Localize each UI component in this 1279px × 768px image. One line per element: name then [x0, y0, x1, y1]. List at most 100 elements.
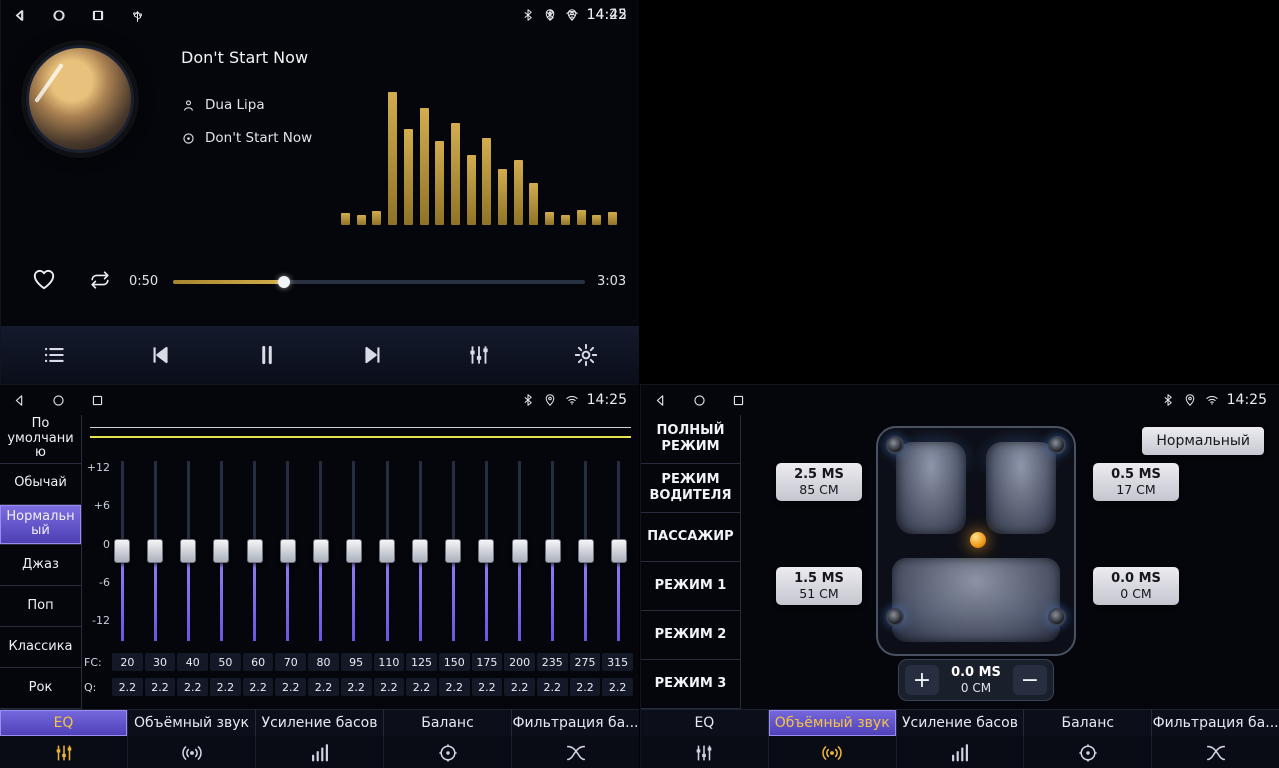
delay-decrease-button[interactable]: − [1013, 665, 1047, 695]
home-icon[interactable] [52, 8, 67, 23]
recents-icon[interactable] [91, 8, 106, 23]
progress-knob[interactable] [278, 276, 290, 288]
back-icon[interactable] [653, 393, 668, 408]
passenger-seat [986, 442, 1056, 534]
tab-surround[interactable]: Объёмный звук [128, 710, 256, 736]
bass-tab-icon[interactable] [256, 736, 384, 768]
tab-eq[interactable]: EQ [641, 710, 769, 736]
tab-bass-boost[interactable]: Усиление басов [256, 710, 384, 736]
home-icon[interactable] [692, 393, 707, 408]
eq-band-slider[interactable] [346, 461, 362, 641]
favorite-icon[interactable] [31, 266, 57, 292]
pause-icon[interactable] [254, 342, 280, 368]
settings-icon[interactable] [573, 342, 599, 368]
q-value: 2.2 [308, 678, 339, 696]
eq-band-slider[interactable] [578, 461, 594, 641]
rear-left-delay-button[interactable]: 1.5 MS 51 CM [776, 567, 862, 605]
audio-tabs: EQ Объёмный звук Усиление басов Баланс Ф… [641, 709, 1279, 736]
mixer-icon[interactable] [466, 342, 492, 368]
mode-full[interactable]: ПОЛНЫЙ РЕЖИМ [641, 415, 740, 464]
tab-balance[interactable]: Баланс [384, 710, 512, 736]
back-icon[interactable] [13, 8, 28, 23]
tab-bass-boost[interactable]: Усиление басов [897, 710, 1025, 736]
spectrum-bar [404, 129, 413, 225]
fc-value: 235 [537, 653, 568, 671]
tab-filter[interactable]: Фильтрация ба... [512, 710, 639, 736]
eq-band-slider[interactable] [147, 461, 163, 641]
bass-tab-icon[interactable] [897, 736, 1025, 768]
front-right-delay-button[interactable]: 0.5 MS 17 CM [1093, 463, 1179, 501]
mode-1[interactable]: РЕЖИМ 1 [641, 562, 740, 611]
eq-preset-jazz[interactable]: Джаз [0, 545, 81, 586]
eq-preset-normal[interactable]: Нормальный [0, 505, 81, 546]
rear-right-delay-button[interactable]: 0.0 MS 0 CM [1093, 567, 1179, 605]
rear-right-speaker-icon [1048, 608, 1066, 626]
eq-tab-icon[interactable] [641, 736, 769, 768]
eq-band-slider[interactable] [445, 461, 461, 641]
player-controls: 0:50 3:03 [1, 262, 639, 302]
eq-band-slider[interactable] [478, 461, 494, 641]
eq-band-slider[interactable] [180, 461, 196, 641]
eq-band-slider[interactable] [379, 461, 395, 641]
back-icon[interactable] [12, 393, 27, 408]
delay-increase-button[interactable]: + [905, 665, 939, 695]
eq-band-slider[interactable] [114, 461, 130, 641]
tab-surround[interactable]: Объёмный звук [769, 710, 897, 736]
eq-tab-icon[interactable] [0, 736, 128, 768]
eq-band-slider[interactable] [213, 461, 229, 641]
eq-preset-classic[interactable]: Классика [0, 627, 81, 668]
fc-value: 275 [570, 653, 601, 671]
status-time: 14:25 [1227, 392, 1267, 408]
eq-band-slider[interactable] [412, 461, 428, 641]
mode-3[interactable]: РЕЖИМ 3 [641, 660, 740, 709]
balance-tab-icon[interactable] [384, 736, 512, 768]
eq-band-slider[interactable] [313, 461, 329, 641]
balance-tab-icon[interactable] [1024, 736, 1152, 768]
mode-passenger[interactable]: ПАССАЖИР [641, 513, 740, 562]
spectrum-bar [529, 183, 538, 225]
recents-icon[interactable] [90, 393, 105, 408]
fc-value: 110 [374, 653, 405, 671]
home-icon[interactable] [51, 393, 66, 408]
prev-track-icon[interactable] [147, 342, 173, 368]
eq-band-slider[interactable] [280, 461, 296, 641]
surround-tab-icon[interactable] [769, 736, 897, 768]
q-value: 2.2 [210, 678, 241, 696]
spectrum-bar [357, 215, 366, 225]
filter-tab-icon[interactable] [1152, 736, 1279, 768]
delay-value: 0.0 MS 0 CM [945, 665, 1007, 695]
spectrum-bar [451, 123, 460, 225]
listening-position-marker[interactable] [970, 532, 986, 548]
eq-preset-rock[interactable]: Рок [0, 668, 81, 709]
eq-band-slider[interactable] [247, 461, 263, 641]
status-time: 14:25 [587, 392, 627, 408]
eq-band-slider[interactable] [611, 461, 627, 641]
eq-preset-default[interactable]: По умолчанию [0, 415, 81, 464]
filter-tab-icon[interactable] [512, 736, 639, 768]
progress-bar[interactable] [173, 280, 585, 284]
tab-balance[interactable]: Баланс [1024, 710, 1152, 736]
tab-filter[interactable]: Фильтрация ба... [1152, 710, 1279, 736]
recents-icon[interactable] [731, 393, 746, 408]
eq-status-bar: 14:25 [0, 385, 639, 415]
eq-band-slider[interactable] [512, 461, 528, 641]
surround-preset-button[interactable]: Нормальный [1142, 427, 1264, 455]
next-track-icon[interactable] [360, 342, 386, 368]
eq-preset-list: По умолчанию Обычай Нормальный Джаз Поп … [0, 415, 82, 709]
q-value: 2.2 [275, 678, 306, 696]
surround-tab-icon[interactable] [128, 736, 256, 768]
playlist-icon[interactable] [41, 342, 67, 368]
eq-preset-custom[interactable]: Обычай [0, 464, 81, 505]
repeat-icon[interactable] [89, 269, 111, 291]
q-value: 2.2 [602, 678, 633, 696]
eq-fc-row: FC: 203040506070809511012515017520023527… [84, 653, 633, 671]
fc-value: 40 [177, 653, 208, 671]
eq-band-slider[interactable] [545, 461, 561, 641]
q-value: 2.2 [112, 678, 143, 696]
mode-driver[interactable]: РЕЖИМ ВОДИТЕЛЯ [641, 464, 740, 513]
tab-eq[interactable]: EQ [0, 710, 128, 736]
location-icon [543, 393, 557, 407]
front-left-delay-button[interactable]: 2.5 MS 85 CM [776, 463, 862, 501]
mode-2[interactable]: РЕЖИМ 2 [641, 611, 740, 660]
eq-preset-pop[interactable]: Поп [0, 586, 81, 627]
